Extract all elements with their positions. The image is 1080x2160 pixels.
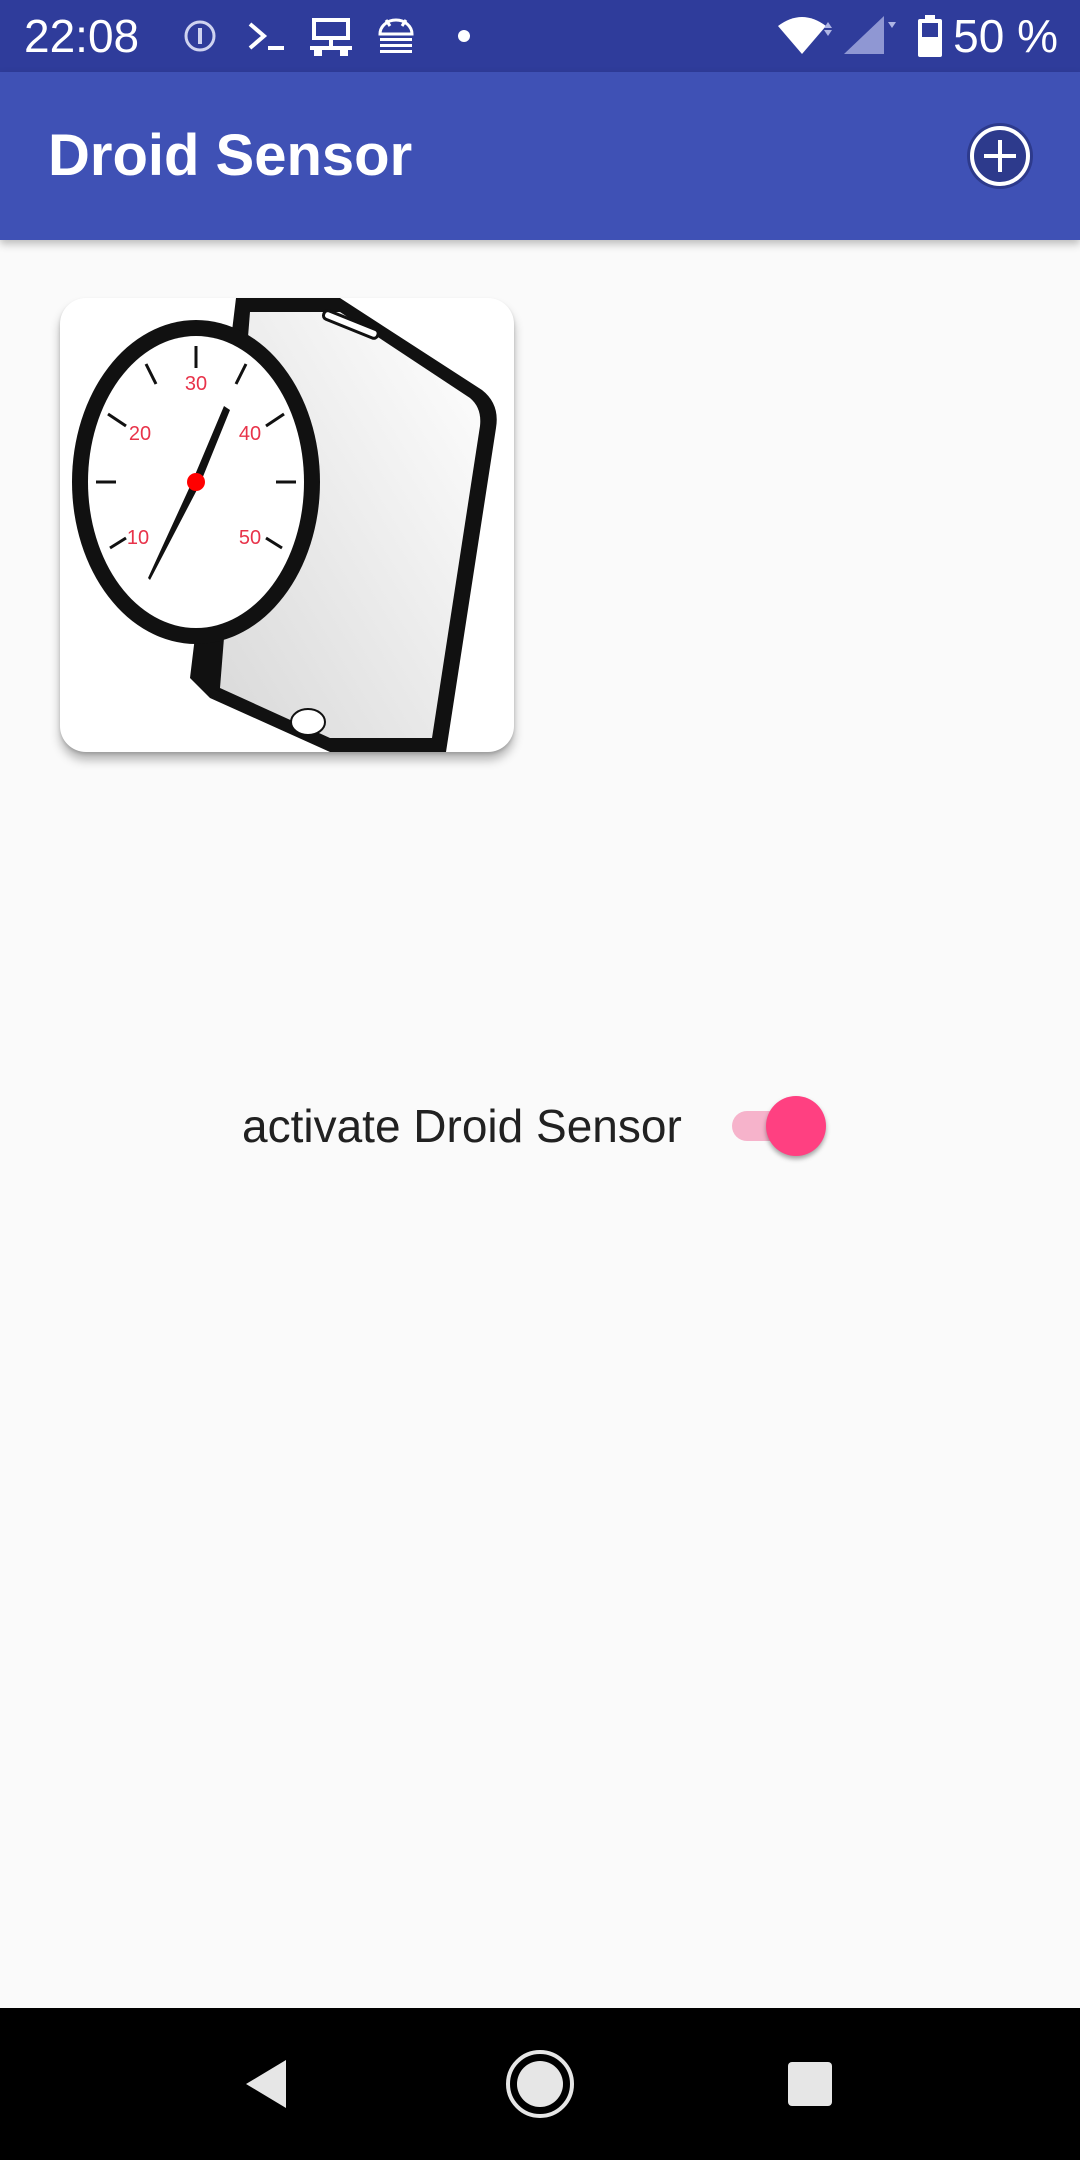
- signal-icon: [844, 16, 896, 54]
- navigation-bar: [0, 2008, 1080, 2160]
- app-bar: Droid Sensor: [0, 72, 1080, 240]
- gauge-label-30: 30: [185, 373, 207, 395]
- app-logo: 30 20 40 10 50: [60, 298, 514, 752]
- gauge-label-10: 10: [127, 527, 149, 549]
- back-icon[interactable]: [234, 2048, 306, 2120]
- activate-switch[interactable]: [728, 1096, 830, 1156]
- battery-percent: 50 %: [953, 10, 1058, 62]
- android-debug-icon: [378, 18, 414, 53]
- gauge-label-40: 40: [239, 423, 261, 445]
- gauge-label-20: 20: [129, 423, 151, 445]
- info-icon: [184, 20, 216, 52]
- network-icon: [310, 18, 352, 56]
- needle-hub: [187, 473, 205, 491]
- status-time: 22:08: [24, 10, 140, 62]
- terminal-icon: [248, 22, 284, 50]
- recents-icon[interactable]: [774, 2048, 846, 2120]
- battery-icon: [918, 15, 942, 57]
- add-circle-icon[interactable]: [964, 120, 1036, 192]
- wifi-icon: [778, 17, 832, 54]
- activate-toggle-row: activate Droid Sensor: [0, 1090, 1080, 1162]
- dot-icon: [458, 30, 470, 42]
- status-bar: 22:08 50 %: [0, 0, 1080, 72]
- activate-toggle-label: activate Droid Sensor: [242, 1100, 682, 1152]
- app-title: Droid Sensor: [48, 123, 413, 188]
- gauge-label-50: 50: [239, 527, 261, 549]
- switch-thumb: [766, 1096, 826, 1156]
- sensor-logo-image: 30 20 40 10 50: [72, 298, 497, 752]
- gauge-icon: 30 20 40 10 50: [72, 320, 320, 644]
- home-icon[interactable]: [504, 2048, 576, 2120]
